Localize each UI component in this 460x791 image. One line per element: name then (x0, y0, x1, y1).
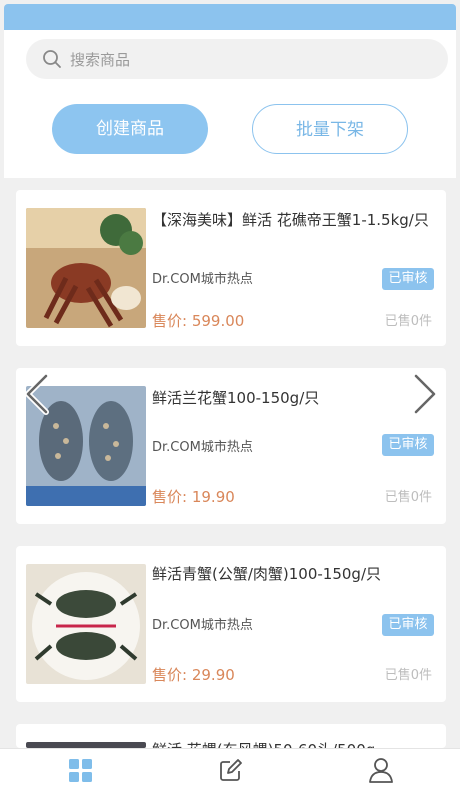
status-badge: 已审核 (382, 434, 434, 456)
shop-name: Dr.COM城市热点 (152, 618, 253, 633)
user-icon[interactable] (368, 757, 394, 783)
product-price: 售价: 29.90 (152, 664, 235, 685)
create-product-button[interactable]: 创建商品 (52, 104, 208, 154)
product-title: 鲜活兰花蟹100-150g/只 (152, 389, 320, 407)
price-value: 29.90 (191, 666, 235, 684)
king-crab-photo (26, 208, 146, 328)
product-price: 售价: 19.90 (152, 486, 235, 507)
price-value: 19.90 (191, 488, 235, 506)
price-label: 售价: (152, 666, 188, 684)
price-label: 售价: (152, 488, 188, 506)
sold-count: 已售0件 (384, 314, 432, 329)
product-card[interactable]: 鲜活兰花蟹100-150g/只 Dr.COM城市热点 已审核 售价: 19.90… (16, 368, 446, 524)
chevron-right-icon[interactable] (410, 372, 440, 416)
bottom-tab-bar (0, 748, 460, 791)
product-price: 售价: 599.00 (152, 310, 244, 331)
product-title: 鲜活青蟹(公蟹/肉蟹)100-150g/只 (152, 565, 382, 583)
product-card[interactable]: 鲜活 花螺(东风螺)50-60头/500g (16, 724, 446, 748)
chevron-left-icon[interactable] (22, 372, 52, 416)
search-icon (43, 50, 61, 68)
product-card[interactable]: 鲜活青蟹(公蟹/肉蟹)100-150g/只 Dr.COM城市热点 已审核 售价:… (16, 546, 446, 702)
mud-crab-photo (26, 564, 146, 684)
product-title: 【深海美味】鲜活 花礁帝王蟹1-1.5kg/只 (152, 211, 429, 229)
product-title: 鲜活 花螺(东风螺)50-60头/500g (152, 738, 442, 748)
price-value: 599.00 (191, 312, 245, 330)
edit-icon[interactable] (218, 757, 244, 783)
top-accent-bar (4, 4, 456, 30)
product-card[interactable]: 【深海美味】鲜活 花礁帝王蟹1-1.5kg/只 Dr.COM城市热点 已审核 售… (16, 190, 446, 346)
status-badge: 已审核 (382, 614, 434, 636)
search-bar[interactable]: 搜索商品 (26, 39, 448, 79)
batch-delist-button[interactable]: 批量下架 (252, 104, 408, 154)
shop-name: Dr.COM城市热点 (152, 272, 253, 287)
shop-name: Dr.COM城市热点 (152, 440, 253, 455)
sold-count: 已售0件 (384, 490, 432, 505)
status-badge: 已审核 (382, 268, 434, 290)
price-label: 售价: (152, 312, 188, 330)
grid-icon[interactable] (68, 757, 94, 783)
sold-count: 已售0件 (384, 668, 432, 683)
search-input[interactable]: 搜索商品 (70, 49, 130, 70)
